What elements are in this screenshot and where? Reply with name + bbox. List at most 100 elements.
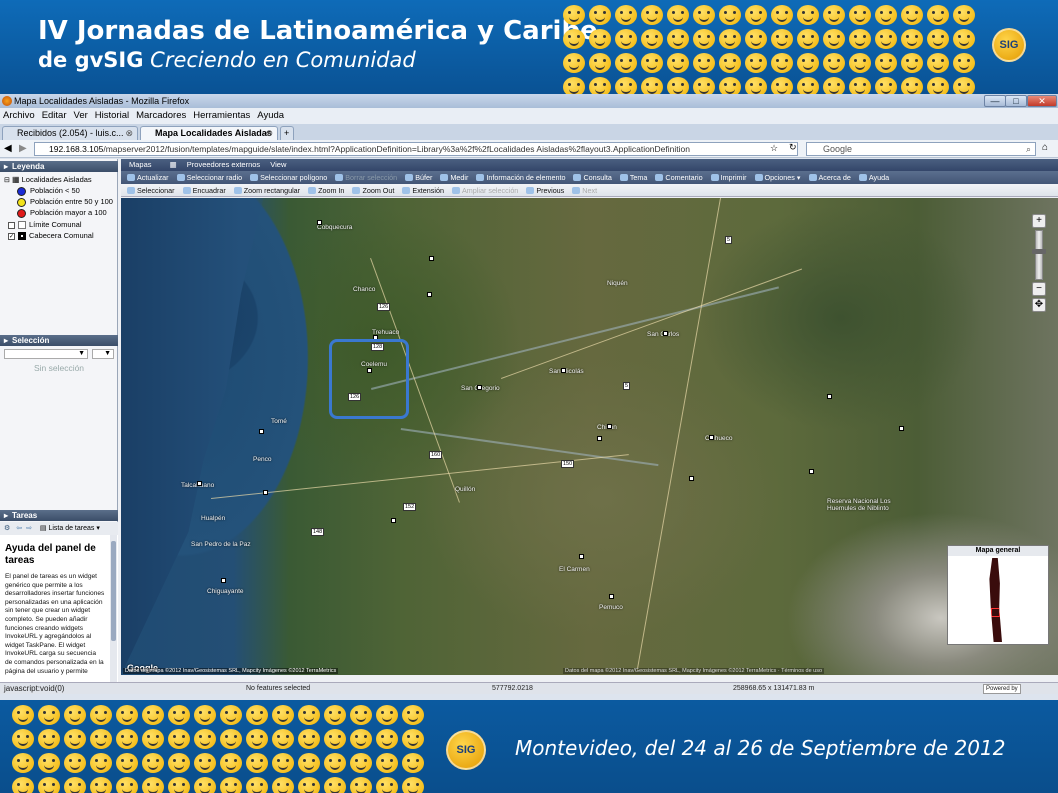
next-view-button[interactable]: Next	[571, 184, 597, 196]
zoom-slider[interactable]	[1032, 230, 1046, 280]
new-tab-button[interactable]: +	[280, 126, 294, 140]
selection-header[interactable]: Selección	[0, 335, 118, 346]
scroll-thumb[interactable]	[111, 541, 116, 641]
town-marker[interactable]	[317, 220, 322, 225]
town-marker[interactable]	[579, 554, 584, 559]
help-button[interactable]: Ayuda	[858, 171, 889, 184]
menu-archivo[interactable]: Archivo	[3, 110, 35, 121]
town-marker[interactable]	[561, 368, 566, 373]
zoom-rectangle-button[interactable]: Zoom rectangular	[233, 184, 300, 196]
buffer-button[interactable]: Búfer	[404, 171, 432, 184]
town-marker[interactable]	[609, 594, 614, 599]
ocean-area	[121, 198, 264, 675]
checkbox-checked[interactable]: ✓	[8, 232, 15, 240]
map-canvas[interactable]: Cobquecura Chanco Trehuaco Coelemu Niqué…	[121, 198, 1058, 675]
bookmark-star-icon[interactable]: ☆	[770, 143, 778, 154]
town-marker[interactable]	[427, 292, 432, 297]
comment-button[interactable]: Comentario	[654, 171, 703, 184]
theme-button[interactable]: Tema	[619, 171, 647, 184]
clear-selection-button[interactable]: Borrar selección	[334, 171, 397, 184]
tab-mapa[interactable]: Mapa Localidades Aisladas ⊗	[140, 126, 278, 140]
route-shield: 152	[403, 503, 417, 511]
town-marker[interactable]	[607, 424, 612, 429]
zoom-in-control[interactable]: +	[1032, 214, 1046, 228]
layer-limite-comunal[interactable]: Límite Comunal	[8, 219, 82, 230]
town-marker[interactable]	[827, 394, 832, 399]
town-marker[interactable]	[429, 256, 434, 261]
smiley-icon	[797, 5, 819, 25]
zoom-in-button[interactable]: Zoom In	[307, 184, 344, 196]
town-marker[interactable]	[709, 435, 714, 440]
zoom-out-control[interactable]: −	[1032, 282, 1046, 296]
menu-herramientas[interactable]: Herramientas	[193, 110, 250, 121]
menu-mapas[interactable]: Mapas	[129, 160, 152, 169]
search-input[interactable]: Google ⌕	[806, 142, 1036, 156]
select-radius-button[interactable]: Seleccionar radio	[176, 171, 242, 184]
query-button[interactable]: Consulta	[572, 171, 612, 184]
menu-marcadores[interactable]: Marcadores	[136, 110, 186, 121]
menu-editar[interactable]: Editar	[42, 110, 67, 121]
reload-icon[interactable]: ↻	[789, 142, 797, 153]
town-marker[interactable]	[221, 578, 226, 583]
tab-close-icon[interactable]: ⊗	[265, 127, 273, 140]
search-placeholder: Google	[823, 144, 853, 154]
maximize-button[interactable]: □	[1005, 95, 1027, 107]
address-bar[interactable]: 192.168.3.105/mapserver2012/fusion/templ…	[34, 142, 798, 156]
measure-button[interactable]: Medir	[439, 171, 468, 184]
smiley-icon	[272, 777, 294, 793]
zoom-out-button[interactable]: Zoom Out	[351, 184, 394, 196]
home-icon[interactable]: ⌂	[1042, 142, 1048, 153]
legend-header[interactable]: Leyenda	[0, 161, 118, 172]
tab-gmail[interactable]: Recibidos (2.054) - luis.c... ⊗	[2, 126, 138, 140]
refresh-button[interactable]: Actualizar	[126, 171, 169, 184]
task-back-icon[interactable]: ⇦	[16, 525, 22, 532]
tab-close-icon[interactable]: ⊗	[125, 127, 133, 140]
feature-info-button[interactable]: Información de elemento	[475, 171, 565, 184]
menu-view[interactable]: View	[270, 160, 286, 169]
previous-view-button[interactable]: Previous	[525, 184, 564, 196]
task-forward-icon[interactable]: ⇨	[26, 525, 32, 532]
about-button[interactable]: Acerca de	[808, 171, 851, 184]
town-marker[interactable]	[263, 490, 268, 495]
print-button[interactable]: Imprimir	[710, 171, 747, 184]
selection-feature-dropdown[interactable]: ▼	[92, 349, 114, 359]
task-scrollbar[interactable]	[110, 535, 117, 682]
zoom-selection-button[interactable]: Ampliar selección	[451, 184, 518, 196]
pan-control-icon[interactable]: ✥	[1032, 298, 1046, 312]
select-button[interactable]: Seleccionar	[126, 184, 175, 196]
town-marker[interactable]	[259, 429, 264, 434]
pan-button[interactable]: Encuadrar	[182, 184, 226, 196]
town-marker[interactable]	[197, 481, 202, 486]
options-button[interactable]: Opciones ▾	[754, 171, 801, 184]
town-marker[interactable]	[477, 385, 482, 390]
expand-icon[interactable]: ⊟	[4, 177, 10, 184]
place-label: Hualpén	[201, 515, 226, 522]
search-icon[interactable]: ⌕	[1026, 143, 1031, 155]
town-marker[interactable]	[663, 331, 668, 336]
minimize-button[interactable]: —	[984, 95, 1006, 107]
task-home-icon[interactable]: ⚙	[4, 525, 10, 532]
menu-ver[interactable]: Ver	[74, 110, 88, 121]
task-list-button[interactable]: ▤ Lista de tareas ▾	[40, 525, 100, 532]
menu-proveedores[interactable]: ▦ Proveedores externos	[162, 160, 261, 169]
forward-icon[interactable]: ▶	[19, 143, 27, 154]
town-marker[interactable]	[689, 476, 694, 481]
status-coordinates: 577792.0218	[492, 685, 533, 692]
layer-swatch-icon	[18, 221, 26, 230]
back-icon[interactable]: ◀	[4, 143, 12, 154]
menu-historial[interactable]: Historial	[95, 110, 129, 121]
town-marker[interactable]	[391, 518, 396, 523]
extent-button[interactable]: Extensión	[401, 184, 444, 196]
selection-layer-dropdown[interactable]: ▼	[4, 349, 88, 359]
tasks-header[interactable]: Tareas	[0, 510, 118, 521]
close-button[interactable]: ✕	[1027, 95, 1057, 107]
overview-map[interactable]: Mapa general	[947, 545, 1049, 645]
layer-cabecera-comunal[interactable]: ✓ Cabecera Comunal	[8, 230, 94, 241]
town-marker[interactable]	[809, 469, 814, 474]
checkbox[interactable]	[8, 221, 15, 229]
menu-ayuda[interactable]: Ayuda	[257, 110, 284, 121]
smiley-icon	[927, 5, 949, 25]
select-polygon-button[interactable]: Seleccionar polígono	[249, 171, 327, 184]
town-marker[interactable]	[597, 436, 602, 441]
town-marker[interactable]	[899, 426, 904, 431]
